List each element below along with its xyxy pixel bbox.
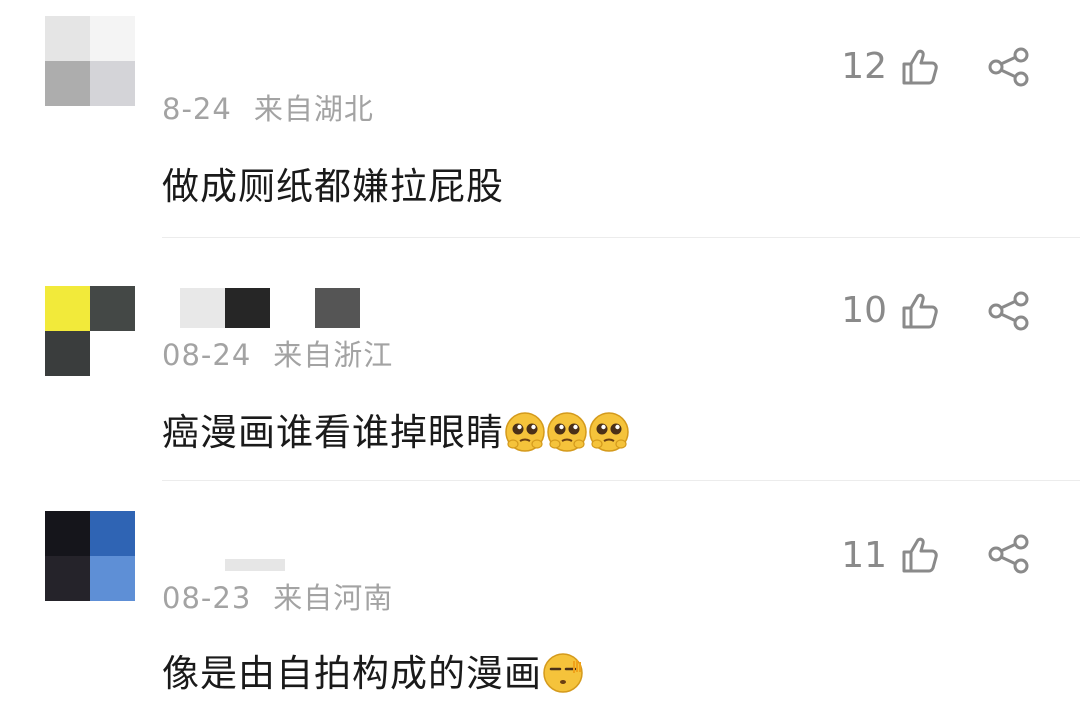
blur-block xyxy=(180,288,225,328)
comment-text: 癌漫画谁看谁掉眼睛 xyxy=(162,402,630,456)
sleepy-face-emoji xyxy=(543,653,583,693)
divider xyxy=(162,237,1080,238)
comment-item: 08-23 来自河南 像是由自拍构成的漫画 11 xyxy=(0,483,1080,720)
comment-text-content: 做成厕纸都嫌拉屁股 xyxy=(162,165,504,208)
comment-text: 像是由自拍构成的漫画 xyxy=(162,643,584,697)
avatar[interactable] xyxy=(45,16,135,106)
comment-location: 来自浙江 xyxy=(273,338,394,372)
pleading-face-emoji xyxy=(505,412,545,452)
comment-location: 来自湖北 xyxy=(253,92,374,126)
comment-meta: 08-23 来自河南 xyxy=(162,575,393,617)
avatar-tile xyxy=(45,61,90,106)
share-icon[interactable] xyxy=(987,534,1031,574)
username-blurred[interactable] xyxy=(180,286,360,330)
blur-block xyxy=(270,288,315,328)
comment-date: 08-23 xyxy=(162,581,252,615)
avatar-tile xyxy=(90,16,135,61)
divider xyxy=(162,480,1080,481)
avatar-tile xyxy=(45,331,90,376)
thumbs-up-icon[interactable] xyxy=(900,536,940,574)
avatar-tile xyxy=(90,61,135,106)
blur-block xyxy=(315,288,360,328)
pleading-face-emoji xyxy=(589,412,629,452)
avatar-tile xyxy=(45,286,90,331)
avatar[interactable] xyxy=(45,511,135,601)
blur-block xyxy=(225,559,285,571)
avatar-tile xyxy=(45,511,90,556)
share-icon[interactable] xyxy=(987,291,1031,331)
comment-item: 8-24 来自湖北 做成厕纸都嫌拉屁股 12 xyxy=(0,0,1080,240)
comment-location: 来自河南 xyxy=(273,581,394,615)
avatar[interactable] xyxy=(45,286,135,376)
avatar-tile xyxy=(45,16,90,61)
comment-text: 做成厕纸都嫌拉屁股 xyxy=(162,156,504,210)
share-icon[interactable] xyxy=(987,47,1031,87)
comment-meta: 8-24 来自湖北 xyxy=(162,86,374,128)
like-count: 10 xyxy=(841,290,887,331)
comment-item: 08-24 来自浙江 癌漫画谁看谁掉眼睛 10 xyxy=(0,240,1080,483)
avatar-tile xyxy=(90,556,135,601)
comment-date: 08-24 xyxy=(162,338,252,372)
avatar-tile xyxy=(90,331,135,376)
blur-block xyxy=(225,288,270,328)
avatar-tile xyxy=(90,511,135,556)
avatar-tile xyxy=(45,556,90,601)
comment-text-content: 像是由自拍构成的漫画 xyxy=(162,652,542,695)
pleading-face-emoji xyxy=(547,412,587,452)
comment-meta: 08-24 来自浙江 xyxy=(162,332,393,374)
like-count: 12 xyxy=(841,46,887,87)
comment-date: 8-24 xyxy=(162,92,232,126)
comment-text-content: 癌漫画谁看谁掉眼睛 xyxy=(162,411,504,454)
thumbs-up-icon[interactable] xyxy=(900,48,940,86)
like-count: 11 xyxy=(841,535,887,576)
avatar-tile xyxy=(90,286,135,331)
thumbs-up-icon[interactable] xyxy=(900,292,940,330)
